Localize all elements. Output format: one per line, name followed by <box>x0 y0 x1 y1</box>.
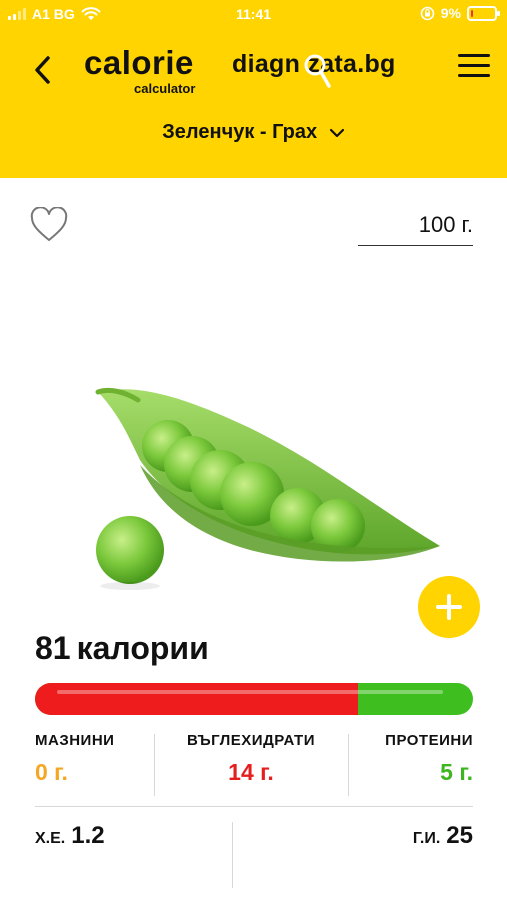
battery-percent: 9% <box>440 5 461 21</box>
carbs-value: 14 г. <box>228 759 274 785</box>
add-button[interactable] <box>418 576 480 638</box>
macro-ratio-bar <box>35 683 473 715</box>
magnifier-icon <box>304 54 331 88</box>
divider <box>232 822 233 888</box>
chevron-down-icon <box>329 128 344 137</box>
calories-value: 81 <box>35 630 71 666</box>
carbs-column: ВЪГЛЕХИДРАТИ 14 г. <box>155 732 347 798</box>
carbs-label: ВЪГЛЕХИДРАТИ <box>187 732 315 749</box>
fat-value: 0 г. <box>35 759 68 785</box>
carbs-bar-segment <box>35 683 358 715</box>
protein-value: 5 г. <box>440 759 473 785</box>
xe-label: Х.Е. <box>35 830 66 847</box>
gi-stat: Г.И. 25 <box>413 822 473 850</box>
macros-row: МАЗНИНИ 0 г. ВЪГЛЕХИДРАТИ 14 г. ПРОТЕИНИ… <box>35 732 473 807</box>
logo-calorie-text: calorie <box>84 44 194 81</box>
gi-value: 25 <box>446 822 473 849</box>
footer-stats: Х.Е. 1.2 Г.И. 25 <box>35 818 473 888</box>
xe-stat: Х.Е. 1.2 <box>35 822 105 850</box>
protein-column: ПРОТЕИНИ 5 г. <box>349 732 473 798</box>
bar-highlight <box>57 690 443 694</box>
xe-value: 1.2 <box>71 822 105 849</box>
gi-label: Г.И. <box>412 830 441 847</box>
fat-label: МАЗНИНИ <box>35 732 115 749</box>
top-bar: calorie calculator diagn zata.bg <box>0 36 507 106</box>
portion-quantity-input[interactable]: 100 г. <box>358 208 473 246</box>
category-selector[interactable]: Зеленчук - Грах <box>0 121 507 144</box>
app-header: A1 BG 11:41 9% calorie calculator diagn … <box>0 0 507 178</box>
hamburger-menu-icon[interactable] <box>458 54 490 78</box>
status-bar: A1 BG 11:41 9% <box>0 0 507 30</box>
fat-column: МАЗНИНИ 0 г. <box>35 732 153 798</box>
calories-heading: 81 калории <box>35 630 209 667</box>
logo-calculator-text: calculator <box>134 81 196 96</box>
protein-label: ПРОТЕИНИ <box>385 732 473 749</box>
favorite-heart-icon[interactable] <box>30 207 68 243</box>
status-right: 9% <box>420 5 500 21</box>
calorie-calculator-logo: calorie calculator <box>84 44 214 100</box>
battery-icon <box>467 5 500 21</box>
food-image <box>95 387 440 590</box>
orientation-lock-icon <box>420 6 435 20</box>
back-chevron-icon[interactable] <box>28 52 58 88</box>
category-label: Зеленчук - Грах <box>162 121 318 143</box>
calories-label: калории <box>76 630 209 666</box>
